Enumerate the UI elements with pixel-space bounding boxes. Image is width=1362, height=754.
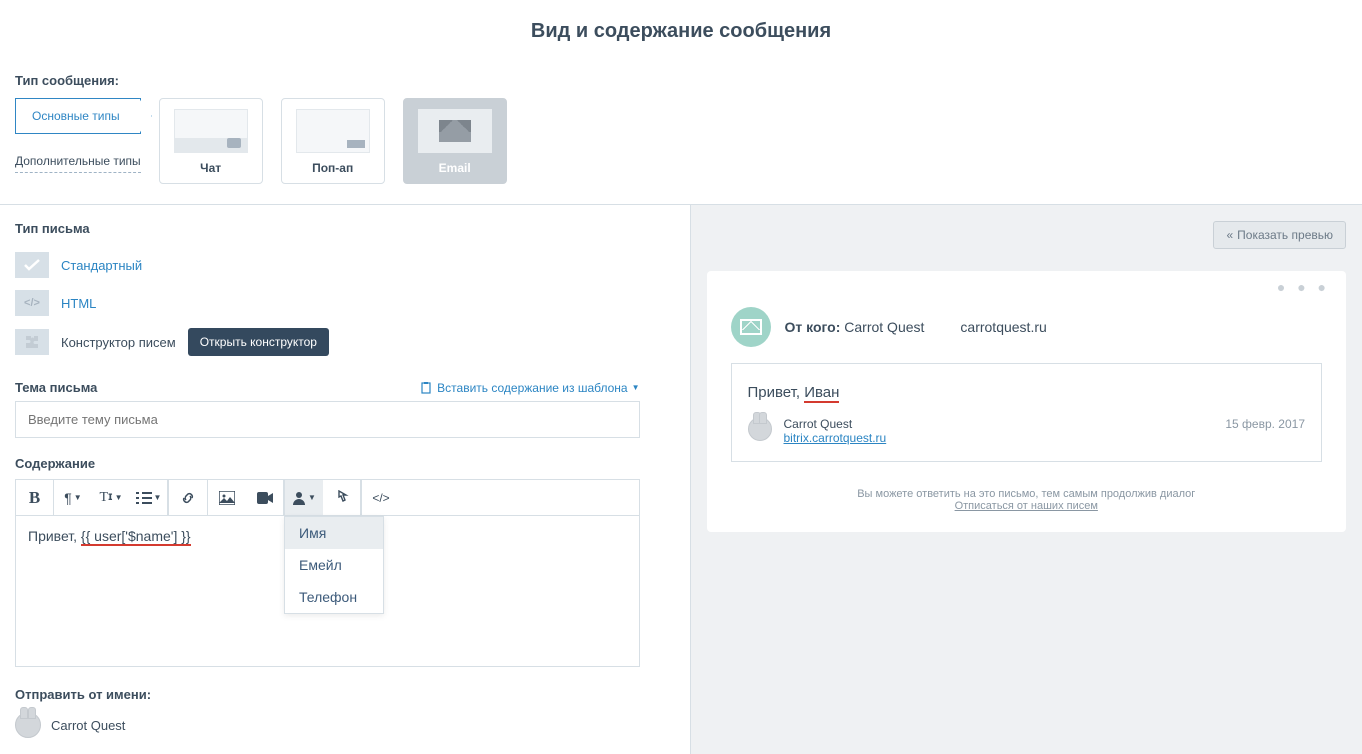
show-preview-button[interactable]: « Показать превью [1213, 221, 1346, 249]
preview-from: От кого: Carrot Questcarrotquest.ru [785, 319, 1047, 335]
email-type-label: Тип письма [15, 221, 640, 246]
avatar-icon [15, 712, 41, 738]
bold-button[interactable]: B [16, 480, 54, 515]
type-label: Тип сообщения: [0, 73, 1362, 98]
paragraph-button[interactable]: ¶▼ [54, 480, 92, 515]
type-card-chat-label: Чат [200, 161, 221, 175]
puzzle-icon[interactable] [15, 329, 49, 355]
user-variable-button[interactable]: ▼ Имя Емейл Телефон [285, 480, 323, 515]
email-type-constructor: Конструктор писем [61, 335, 176, 350]
content-label: Содержание [15, 438, 640, 479]
preview-body: Привет, Иван [748, 384, 1306, 401]
image-button[interactable] [208, 480, 246, 515]
type-card-email-label: Email [439, 161, 471, 175]
paste-icon [421, 382, 433, 394]
type-card-email[interactable]: Email [403, 98, 507, 184]
preview-footer: Вы можете ответить на это письмо, тем са… [707, 462, 1347, 532]
fontsize-button[interactable]: T𝗜▼ [92, 480, 130, 515]
type-card-chat[interactable]: Чат [159, 98, 263, 184]
extra-types-link[interactable]: Дополнительные типы [15, 150, 141, 173]
dropdown-item-name[interactable]: Имя [285, 517, 383, 549]
type-card-popup-label: Поп-ап [312, 161, 353, 175]
signature-link[interactable]: bitrix.carrotquest.ru [784, 431, 887, 445]
user-variable-dropdown: Имя Емейл Телефон [284, 516, 384, 614]
subject-input[interactable] [15, 401, 640, 438]
page-title: Вид и содержание сообщения [0, 0, 1362, 73]
code-view-button[interactable]: </> [362, 480, 400, 515]
list-button[interactable]: ▼ [130, 480, 168, 515]
checkmark-icon[interactable] [15, 252, 49, 278]
dropdown-item-phone[interactable]: Телефон [285, 581, 383, 613]
from-name: Carrot Quest [51, 718, 125, 733]
link-button[interactable] [169, 480, 207, 515]
avatar-icon [748, 417, 772, 441]
insert-template-link[interactable]: Вставить содержание из шаблона ▼ [421, 381, 639, 395]
open-constructor-button[interactable]: Открыть конструктор [188, 328, 329, 356]
editor: B ¶▼ T𝗜▼ ▼ ▼ Имя Емейл Те [15, 479, 640, 667]
main-types-pill[interactable]: Основные типы [15, 98, 141, 134]
window-dots: ● ● ● [707, 271, 1347, 303]
email-type-html[interactable]: HTML [61, 296, 96, 311]
chevron-down-icon: ▼ [632, 383, 640, 392]
toolbar: B ¶▼ T𝗜▼ ▼ ▼ Имя Емейл Те [16, 480, 639, 516]
video-button[interactable] [246, 480, 284, 515]
preview-date: 15 февр. 2017 [1225, 417, 1305, 431]
email-preview: ● ● ● От кого: Carrot Questcarrotquest.r… [707, 271, 1347, 532]
code-icon[interactable]: </> [15, 290, 49, 316]
from-selector[interactable]: Carrot Quest [15, 712, 640, 738]
unsubscribe-link[interactable]: Отписаться от наших писем [955, 500, 1098, 512]
from-label: Отправить от имени: [15, 667, 640, 712]
email-type-standard[interactable]: Стандартный [61, 258, 142, 273]
preview-signature: Carrot Quest bitrix.carrotquest.ru [784, 417, 887, 445]
double-chevron-left-icon: « [1226, 228, 1233, 242]
dropdown-item-email[interactable]: Емейл [285, 549, 383, 581]
type-card-popup[interactable]: Поп-ап [281, 98, 385, 184]
button-insert-button[interactable] [323, 480, 361, 515]
subject-label: Тема письма [15, 380, 97, 395]
envelope-icon [731, 307, 771, 347]
